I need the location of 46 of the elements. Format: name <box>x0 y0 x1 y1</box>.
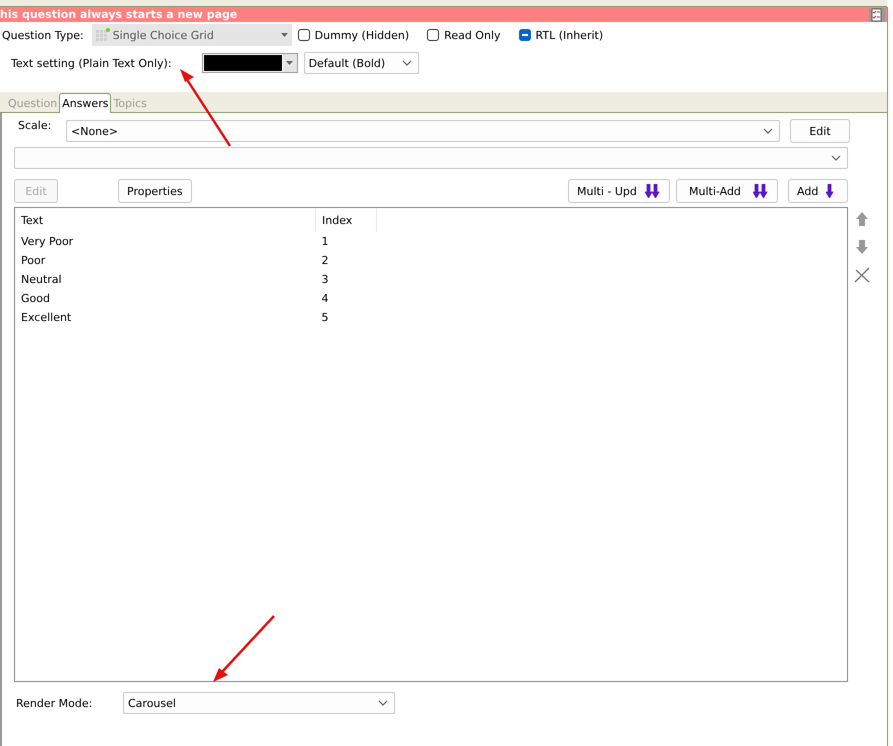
down-arrow-icon <box>826 184 834 198</box>
chevron-down-icon <box>831 155 841 161</box>
table-cell-text: Neutral <box>20 272 63 288</box>
banner-text: his question always starts a new page <box>0 8 238 21</box>
scale-dropdown[interactable]: <None> <box>66 120 780 142</box>
toolbar-button[interactable]: Multi - Upd <box>568 179 670 203</box>
checkbox[interactable]: Dummy (Hidden) <box>298 28 410 42</box>
up-arrow-icon[interactable] <box>855 211 869 227</box>
edit-button[interactable]: Edit <box>790 119 850 143</box>
annotation-arrow <box>213 615 275 682</box>
table-cell-text: Poor <box>20 253 46 269</box>
color-picker[interactable] <box>202 53 298 73</box>
dropdown-arrow-icon <box>286 61 294 65</box>
question-type-dropdown[interactable]: Single Choice Grid <box>92 24 292 46</box>
table-cell-text: 3 <box>320 272 330 288</box>
column-header[interactable]: Text <box>15 208 316 232</box>
double-down-arrow-icon <box>645 184 661 198</box>
table-cell: 1 <box>316 232 376 251</box>
chevron-down-icon <box>378 700 388 706</box>
render-mode-dropdown[interactable]: Carousel <box>123 692 395 714</box>
delete-icon[interactable] <box>854 267 870 283</box>
tab[interactable]: Answers <box>59 93 112 113</box>
checklist-icon[interactable] <box>869 8 885 22</box>
double-down-arrow-icon <box>753 184 769 198</box>
toolbar-button[interactable]: Properties <box>118 179 192 203</box>
chevron-down-icon <box>402 60 412 66</box>
table-cell-text: 4 <box>320 291 330 307</box>
checkbox[interactable]: Read Only <box>427 28 501 42</box>
toolbar-button[interactable]: Multi-Add <box>676 179 778 203</box>
down-arrow-icon[interactable] <box>855 239 869 255</box>
table-cell-text: Excellent <box>20 310 72 326</box>
dropdown-arrow-icon <box>280 33 288 37</box>
table-cell-text: 2 <box>320 253 330 269</box>
chevron-down-icon <box>763 128 773 134</box>
scale-label: Scale: <box>18 119 52 132</box>
table-cell: Very Poor <box>15 232 316 251</box>
toolbar-button[interactable]: Add <box>788 179 848 203</box>
question-type-label: Question Type: <box>2 28 84 42</box>
column-header[interactable]: Index <box>316 208 376 232</box>
table-cell-text: 5 <box>320 310 330 326</box>
text-style-dropdown[interactable]: Default (Bold) <box>304 52 419 74</box>
table-cell-text: Good <box>20 291 51 307</box>
render-mode-label: Render Mode: <box>16 696 94 710</box>
checkbox[interactable]: RTL (Inherit) <box>518 28 604 42</box>
grid-icon <box>96 28 110 42</box>
text-setting-label: Text setting (Plain Text Only): <box>11 56 172 70</box>
